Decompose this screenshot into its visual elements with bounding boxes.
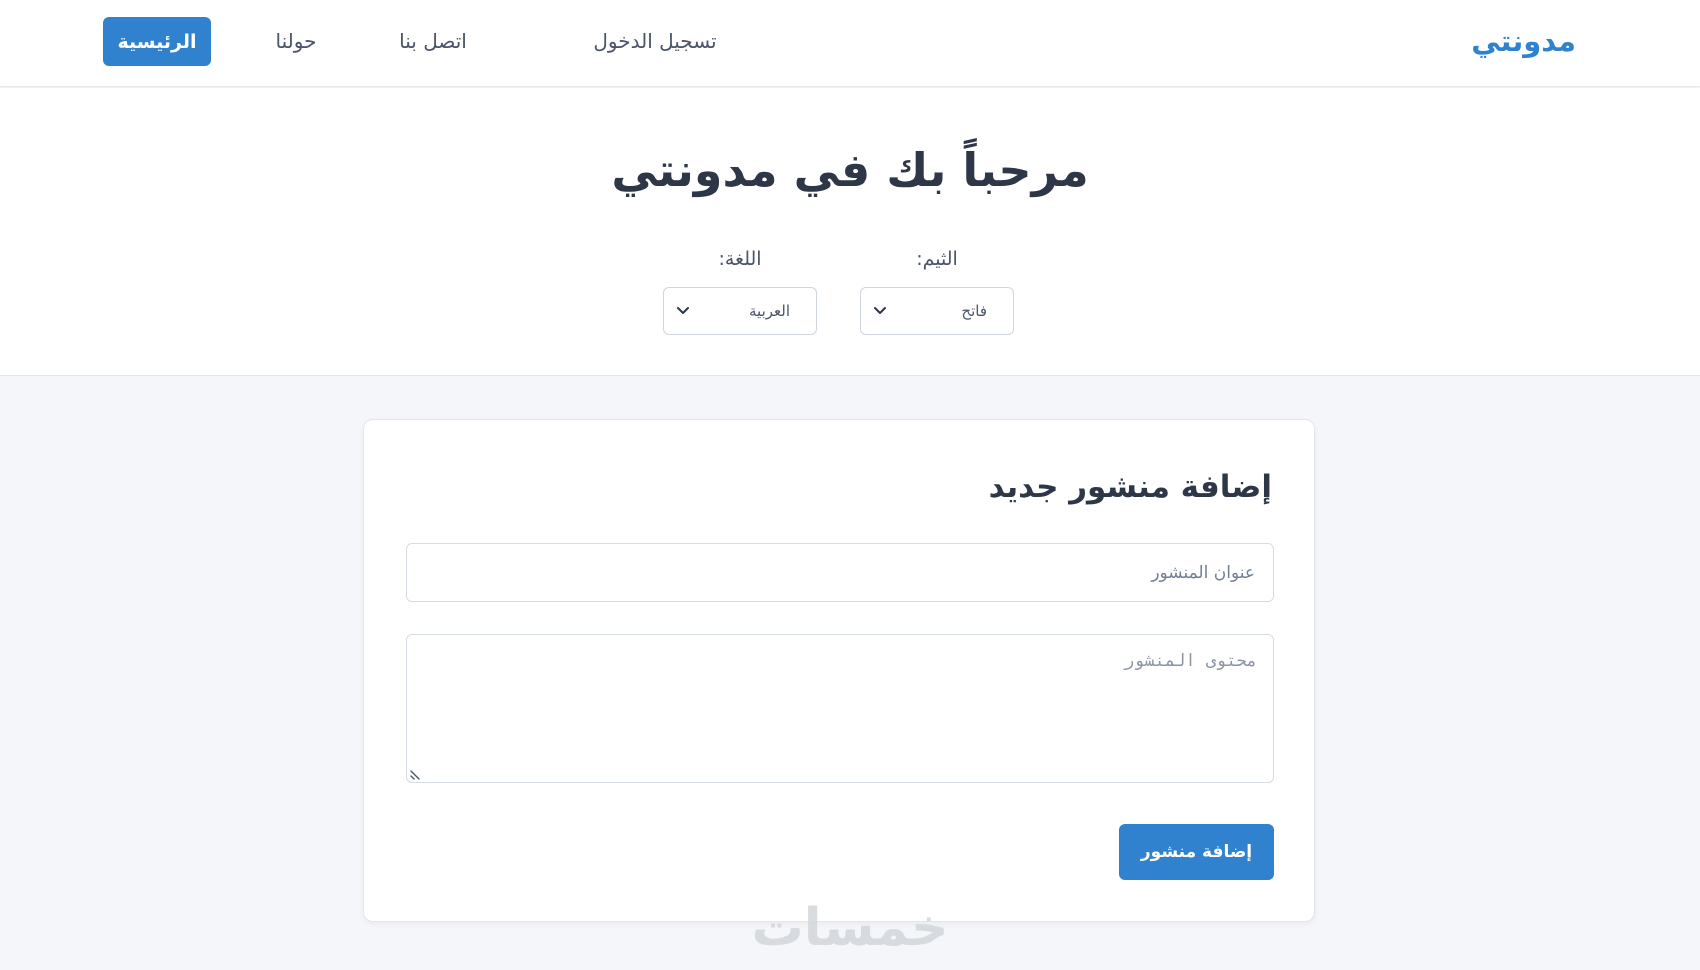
add-post-button[interactable]: إضافة منشور xyxy=(1119,824,1274,880)
new-post-heading: إضافة منشور جديد xyxy=(988,469,1272,505)
nav-link-home[interactable]: الرئيسية xyxy=(103,17,211,66)
theme-select-value: فاتح xyxy=(961,302,987,320)
page-title: مرحباً بك في مدونتي xyxy=(611,143,1089,197)
language-select[interactable]: العربية xyxy=(663,287,817,335)
chevron-down-icon xyxy=(677,307,689,314)
nav-link-login[interactable]: تسجيل الدخول xyxy=(585,29,725,53)
nav-link-about[interactable]: حولنا xyxy=(266,29,326,53)
post-content-textarea[interactable] xyxy=(406,634,1274,783)
navbar: مدونتي تسجيل الدخول اتصل بنا حولنا الرئي… xyxy=(0,0,1700,87)
theme-select[interactable]: فاتح xyxy=(860,287,1014,335)
hero-section: مرحباً بك في مدونتي الثيم: فاتح اللغة: ا… xyxy=(0,88,1700,376)
theme-label: الثيم: xyxy=(916,248,958,270)
nav-link-contact[interactable]: اتصل بنا xyxy=(393,29,473,53)
brand-logo[interactable]: مدونتي xyxy=(1471,24,1576,58)
resize-grip-icon[interactable] xyxy=(408,766,424,782)
watermark-logo: خمسات xyxy=(751,898,949,958)
new-post-card: إضافة منشور جديد إضافة منشور xyxy=(363,419,1315,922)
chevron-down-icon xyxy=(874,307,886,314)
language-label: اللغة: xyxy=(718,248,762,270)
post-title-input[interactable] xyxy=(406,543,1274,602)
language-select-value: العربية xyxy=(749,302,790,320)
